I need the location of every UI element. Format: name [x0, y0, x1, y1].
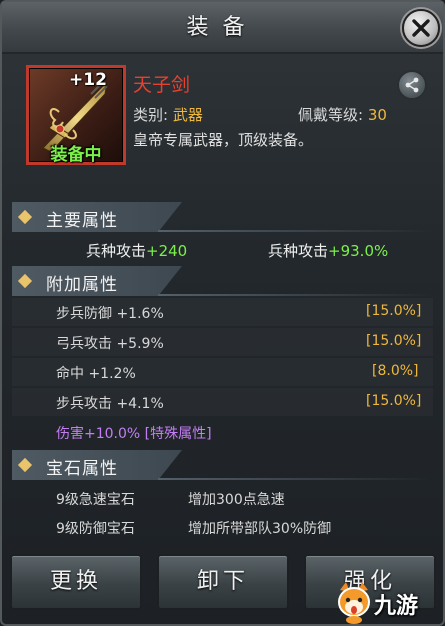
extra-attrs-header: 附加属性 — [12, 266, 433, 296]
extra-attr-max: [8.0%] — [372, 363, 419, 379]
level-row: 佩戴等级: 30 — [298, 104, 387, 125]
category-row: 类别: 武器 — [133, 104, 203, 125]
extra-attr-label: 步兵防御 — [56, 306, 112, 322]
category-label: 类别: — [133, 106, 169, 124]
gem-1-effect: 增加300点急速 — [188, 492, 285, 508]
gem-attrs-header: 宝石属性 — [12, 450, 433, 480]
extra-attr-value: +1.6% — [116, 306, 164, 322]
extra-attr-label: 命中 — [56, 366, 84, 382]
category-value: 武器 — [172, 106, 203, 124]
gem-2-name: 9级防御宝石 — [56, 521, 135, 537]
extra-attr-max: [15.0%] — [366, 303, 422, 319]
main-attrs-title: 主要属性 — [46, 211, 118, 231]
extra-attr-value: +4.1% — [116, 396, 164, 412]
extra-attr-2: 弓兵攻击 +5.9% — [56, 333, 164, 353]
equipped-badge: 装备中 — [50, 145, 102, 165]
main-attr-value: +240 — [146, 242, 188, 260]
watermark: 九游 — [334, 580, 444, 626]
panel-title: 装备 — [2, 2, 443, 54]
extra-attr-1: 步兵防御 +1.6% — [56, 303, 164, 323]
main-attr-1: 兵种攻击+240 — [86, 240, 187, 261]
equipment-panel: 装备 +12 装备中 天子剑 类别: 武器 佩戴等级: 30 皇帝专属武器，顶级… — [0, 0, 445, 626]
extra-attr-3: 命中 +1.2% — [56, 363, 136, 383]
extra-attr-value: +1.2% — [88, 366, 136, 382]
main-attr-label: 兵种攻击 — [86, 242, 147, 260]
extra-attr-max: [15.0%] — [366, 393, 422, 409]
item-info: +12 装备中 天子剑 类别: 武器 佩戴等级: 30 皇帝专属武器，顶级装备。 — [14, 60, 435, 200]
gem-1-name: 9级急速宝石 — [56, 492, 135, 508]
replace-button[interactable]: 更换 — [10, 554, 142, 610]
main-attr-value: +93.0% — [328, 242, 389, 260]
extra-attr-value: +5.9% — [116, 336, 164, 352]
fox-mascot-icon — [338, 582, 370, 624]
gem-attrs-title: 宝石属性 — [46, 459, 118, 479]
extra-attr-label: 弓兵攻击 — [56, 336, 112, 352]
level-value: 30 — [367, 106, 387, 124]
extra-attr-label: 步兵攻击 — [56, 396, 112, 412]
extra-attr-max: [15.0%] — [366, 333, 422, 349]
unequip-button[interactable]: 卸下 — [157, 554, 289, 610]
item-description: 皇帝专属武器，顶级装备。 — [133, 131, 314, 149]
extra-attr-4: 步兵攻击 +4.1% — [56, 393, 164, 413]
main-attr-2: 兵种攻击+93.0% — [268, 240, 388, 261]
share-icon — [405, 77, 419, 93]
watermark-text: 九游 — [374, 594, 419, 619]
enhance-level: +12 — [69, 70, 107, 90]
share-button[interactable] — [397, 70, 427, 100]
level-label: 佩戴等级: — [298, 106, 364, 124]
main-attrs-header: 主要属性 — [12, 202, 433, 232]
main-attr-label: 兵种攻击 — [268, 242, 329, 260]
close-icon — [412, 19, 430, 37]
extra-attrs-title: 附加属性 — [46, 275, 118, 295]
close-button[interactable] — [402, 9, 440, 47]
special-attr: 伤害+10.0% [特殊属性] — [56, 426, 212, 442]
item-name: 天子剑 — [133, 74, 191, 96]
gem-2-effect: 增加所带部队30%防御 — [188, 521, 332, 537]
